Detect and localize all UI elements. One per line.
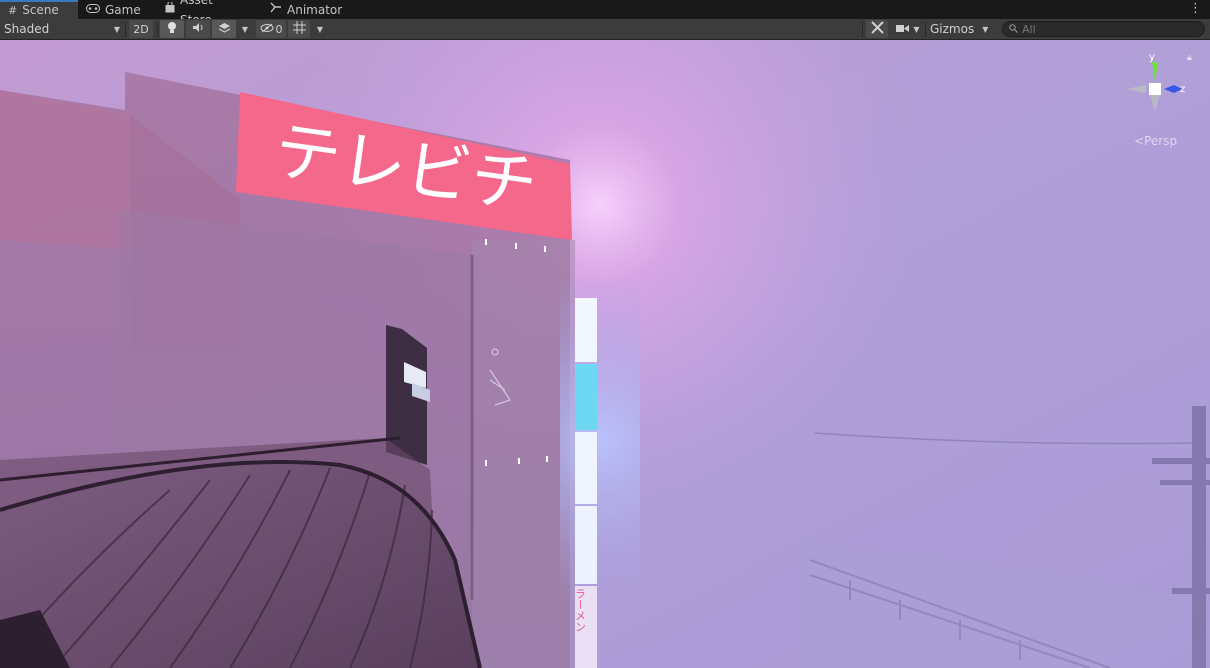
- draw-mode-dropdown[interactable]: Shaded ▼: [0, 20, 124, 38]
- tab-animator[interactable]: Animator: [262, 0, 350, 19]
- tab-scene[interactable]: # Scene: [0, 0, 78, 19]
- tab-animator-label: Animator: [287, 2, 343, 17]
- tab-game[interactable]: Game: [78, 0, 158, 19]
- hidden-count: 0: [275, 22, 283, 36]
- scene-render: テレビチ ラーメン: [0, 40, 1210, 668]
- gizmo-center-cube[interactable]: [1149, 83, 1161, 95]
- effects-toggle-button[interactable]: [212, 20, 236, 38]
- hidden-objects-toggle[interactable]: 0: [256, 20, 286, 38]
- scene-viewport[interactable]: テレビチ ラーメン 🔒︎ y z <Persp: [0, 40, 1210, 668]
- toggle-2d-label: 2D: [133, 22, 149, 36]
- lighting-toggle-button[interactable]: [160, 20, 184, 38]
- grid-snap-icon: [292, 21, 306, 37]
- tab-asset-store[interactable]: Asset Store: [157, 0, 255, 27]
- tools-icon: [870, 21, 884, 37]
- lightbulb-icon: [167, 21, 177, 37]
- toggle-2d-button[interactable]: 2D: [129, 20, 153, 38]
- camera-settings-dropdown[interactable]: ▼: [892, 20, 924, 38]
- eye-slash-icon: [260, 23, 274, 36]
- search-icon: [1009, 22, 1018, 36]
- search-field[interactable]: [1002, 21, 1205, 37]
- projection-toggle[interactable]: <Persp: [1134, 134, 1177, 148]
- effects-layers-icon: [218, 22, 231, 37]
- draw-mode-label: Shaded: [4, 22, 50, 36]
- grid-dropdown[interactable]: ▼: [311, 20, 329, 38]
- gizmos-dropdown[interactable]: Gizmos ▼: [926, 20, 994, 38]
- chevron-down-icon: ▼: [316, 24, 324, 34]
- search-input[interactable]: [1022, 22, 1192, 36]
- axis-y-label: y: [1149, 52, 1155, 63]
- projection-label: Persp: [1144, 134, 1178, 148]
- axis-z-label: z: [1180, 84, 1185, 95]
- chevron-down-icon: ▼: [982, 24, 989, 34]
- tab-game-label: Game: [105, 2, 141, 17]
- tab-scene-label: Scene: [22, 3, 59, 17]
- scene-toolbar: Shaded ▼ 2D ▼ 0 ▼ ▼ Gizmos ▼ All: [0, 19, 1210, 40]
- more-options-icon[interactable]: ⋮: [1189, 1, 1202, 16]
- divider: [862, 22, 863, 37]
- divider: [125, 22, 126, 37]
- effects-dropdown[interactable]: ▼: [236, 20, 254, 38]
- divider: [157, 22, 158, 37]
- tools-button[interactable]: [866, 20, 888, 38]
- audio-toggle-button[interactable]: [186, 20, 210, 38]
- speaker-icon: [192, 22, 205, 36]
- vertical-sign-text: ラーメン: [574, 588, 587, 632]
- camera-icon: [896, 23, 910, 36]
- orientation-gizmo[interactable]: y z: [1122, 52, 1188, 132]
- tab-bar: # Scene Game Asset Store Animator ⋮: [0, 0, 1210, 27]
- chevron-down-icon: ▼: [241, 24, 249, 34]
- bag-icon: [165, 0, 175, 20]
- axis-neg-y-cone[interactable]: [1150, 94, 1160, 112]
- gizmos-label: Gizmos: [930, 22, 975, 36]
- chevron-down-icon: ▼: [113, 24, 120, 34]
- axis-neg-x-cone[interactable]: [1126, 85, 1146, 93]
- animator-icon: [270, 0, 282, 20]
- grid-icon: #: [8, 4, 18, 17]
- persp-icon: <: [1134, 134, 1145, 148]
- chevron-down-icon: ▼: [913, 24, 920, 34]
- gamepad-icon: [86, 0, 100, 20]
- axis-y-cone[interactable]: [1152, 62, 1158, 82]
- grid-toggle-button[interactable]: [288, 20, 310, 38]
